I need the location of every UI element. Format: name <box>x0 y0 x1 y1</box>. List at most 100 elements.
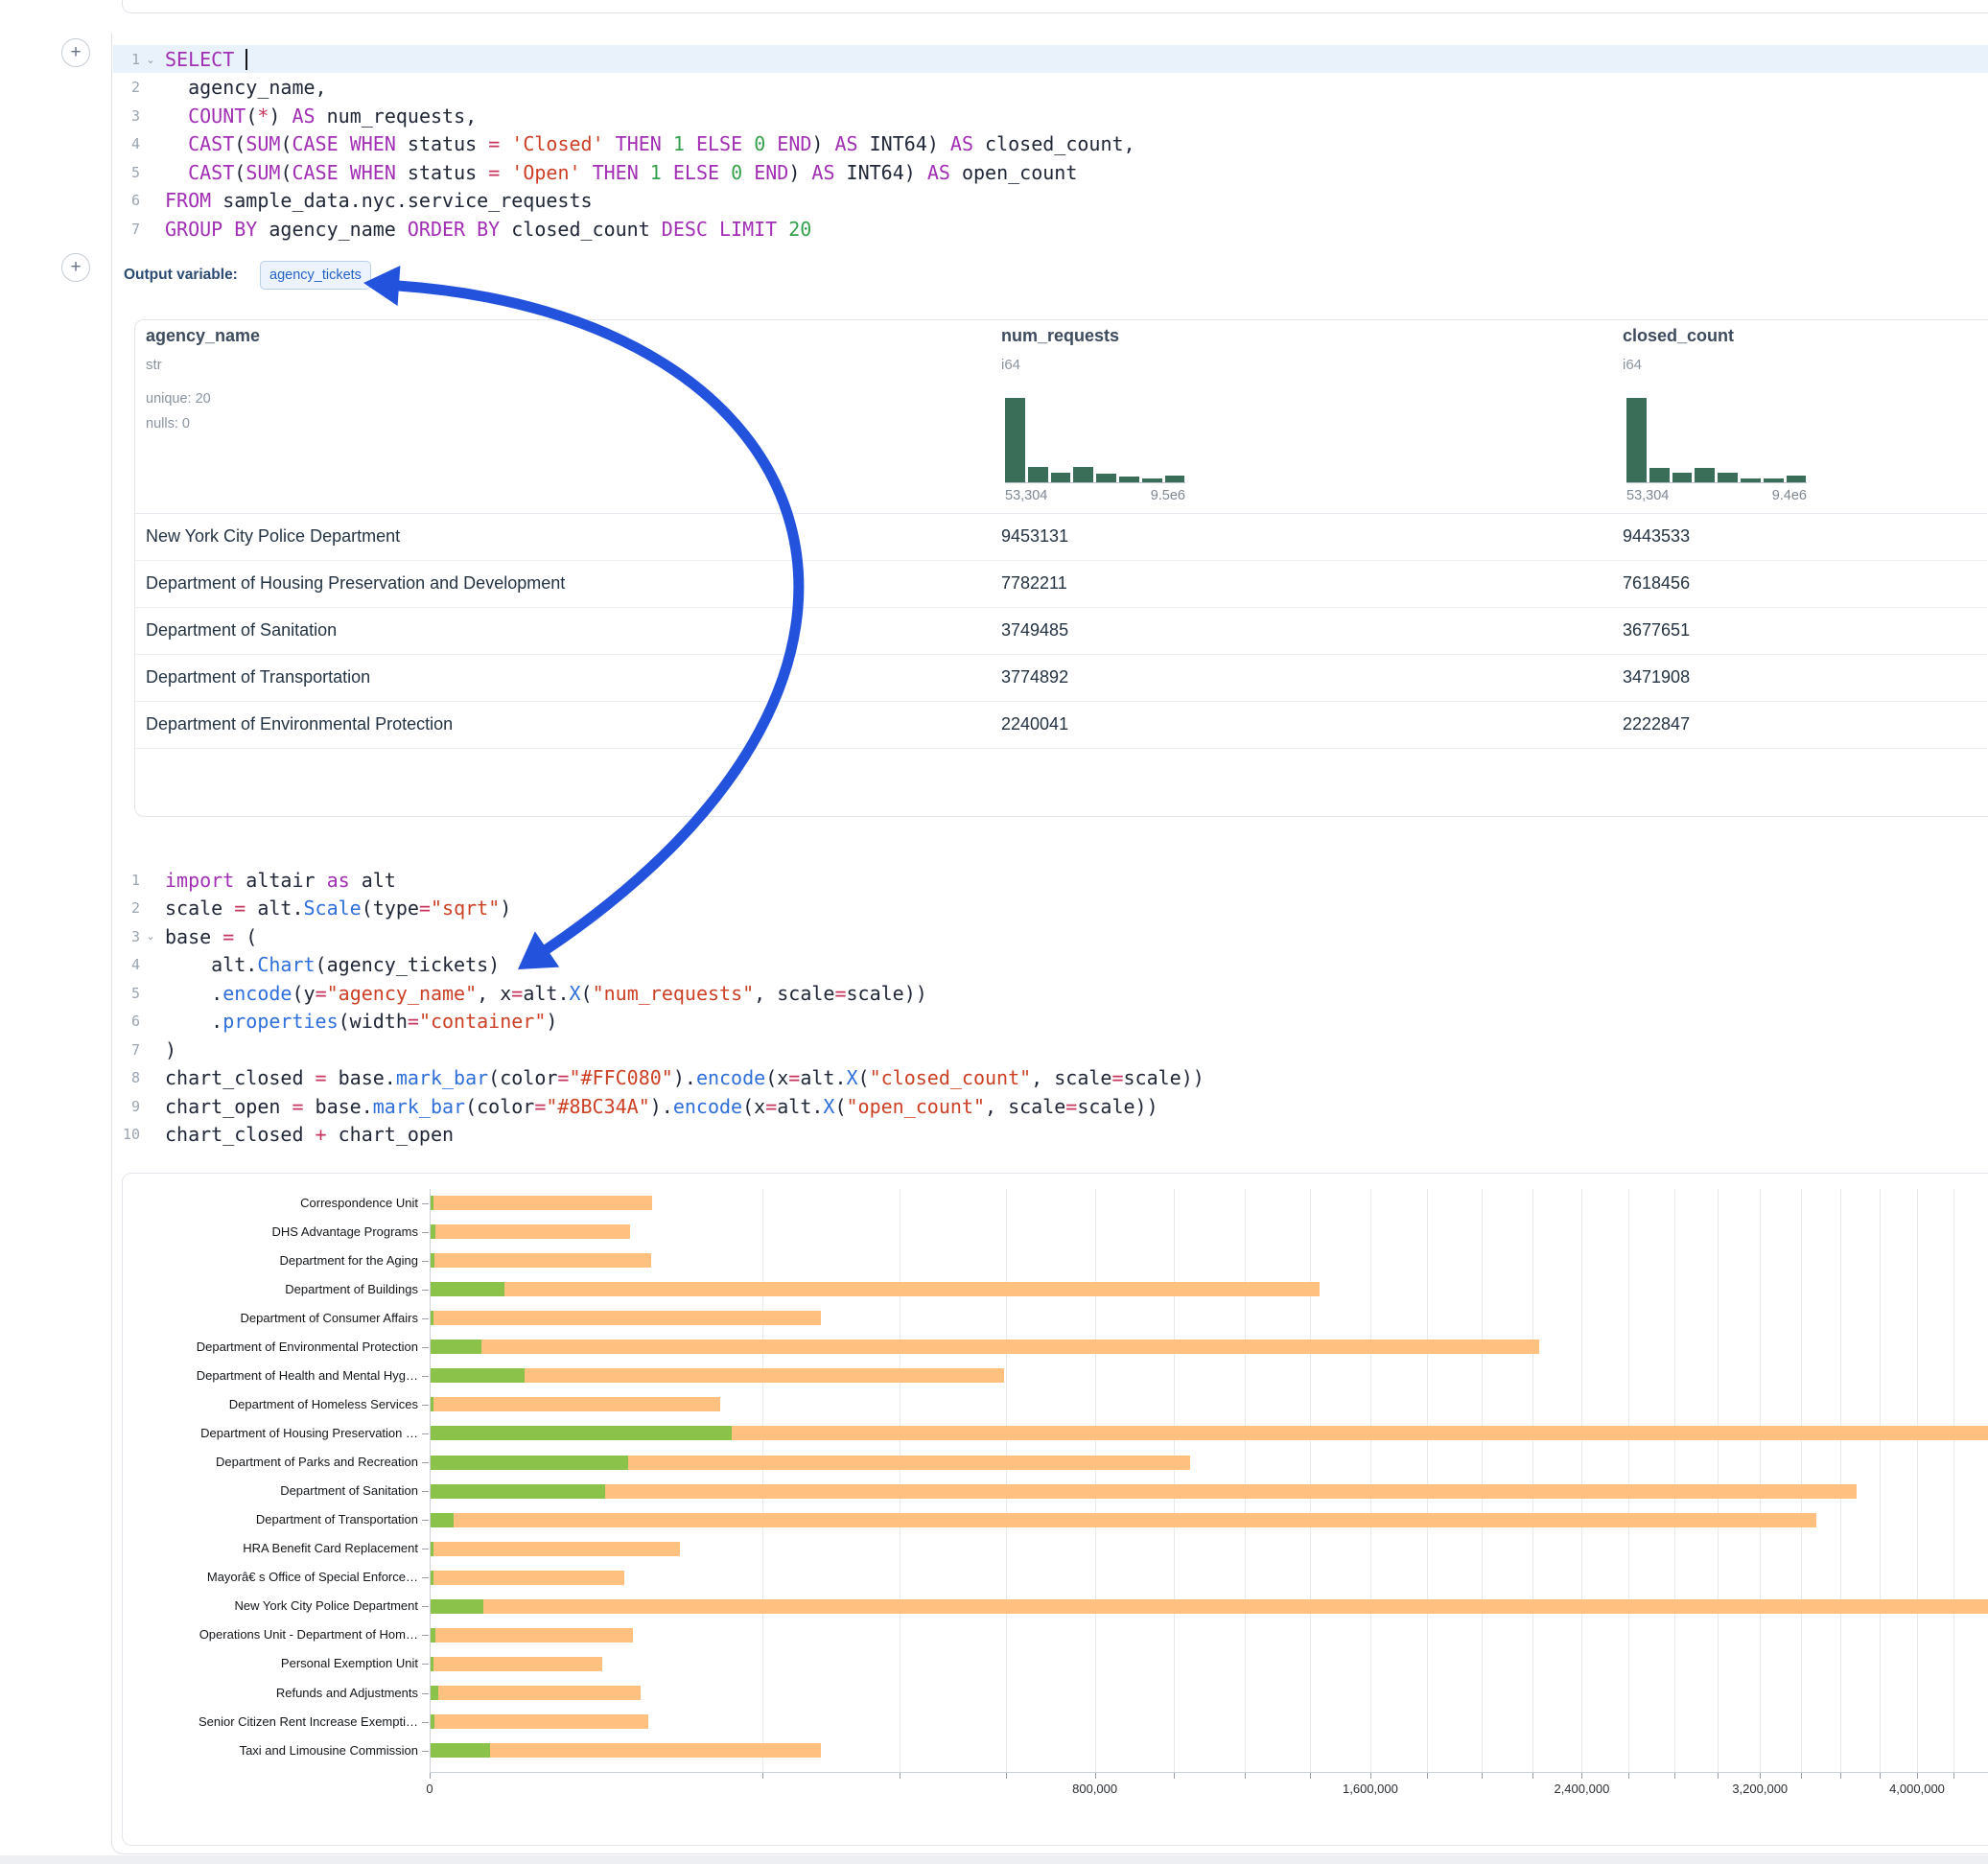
y-axis-label: Taxi and Limousine Commission <box>111 1743 418 1758</box>
bar-open <box>431 1628 435 1643</box>
y-axis-label: Department of Housing Preservation … <box>111 1426 418 1440</box>
code-text: FROM sample_data.nyc.service_requests <box>165 189 593 212</box>
x-axis-tick <box>1427 1773 1428 1779</box>
x-axis-tick-label: 1,600,000 <box>1343 1782 1398 1796</box>
column-header: agency_name <box>146 326 260 346</box>
bar-open <box>431 1196 433 1210</box>
y-axis-label: Department for the Aging <box>111 1253 418 1268</box>
fold-chevron-icon[interactable]: ⌄ <box>140 930 161 943</box>
gridline <box>1427 1189 1428 1772</box>
y-axis-label: Operations Unit - Department of Hom… <box>111 1627 418 1642</box>
gridline <box>1532 1189 1533 1772</box>
y-axis-tick <box>422 1606 429 1607</box>
gridline <box>1482 1189 1483 1772</box>
bar-open <box>431 1368 525 1383</box>
x-axis-tick <box>1006 1773 1007 1779</box>
y-axis-tick <box>422 1751 429 1752</box>
column-header: closed_count <box>1623 326 1734 346</box>
histogram-bar <box>1005 398 1025 482</box>
line-number: 3 <box>96 107 140 125</box>
x-axis-tick <box>1370 1773 1371 1779</box>
y-axis-domain <box>430 1189 431 1772</box>
gridline <box>1760 1189 1761 1772</box>
x-axis-tick <box>1840 1773 1841 1779</box>
cell-divider-top <box>122 0 1988 13</box>
histogram-baseline <box>1005 482 1185 483</box>
code-line: 7GROUP BY agency_name ORDER BY closed_co… <box>96 215 1988 243</box>
results-table-card[interactable] <box>134 319 1988 817</box>
code-text: scale = alt.Scale(type="sqrt") <box>165 897 511 920</box>
line-number: 1 <box>96 51 140 68</box>
output-variable-label: Output variable: <box>124 267 238 284</box>
sql-editor[interactable]: 1⌄SELECT 2 agency_name,3 COUNT(*) AS num… <box>96 45 1988 243</box>
code-line: 10chart_closed + chart_open <box>96 1120 1988 1148</box>
code-line: 2 scale = alt.Scale(type="sqrt") <box>96 895 1988 922</box>
x-axis-tick <box>1310 1773 1311 1779</box>
y-axis-tick <box>422 1520 429 1521</box>
python-editor[interactable]: 1import altair as alt2scale = alt.Scale(… <box>96 866 1988 1149</box>
code-text: CAST(SUM(CASE WHEN status = 'Closed' THE… <box>165 132 1135 155</box>
line-number: 6 <box>96 1013 140 1030</box>
bar-open <box>431 1311 433 1325</box>
y-axis-tick <box>422 1376 429 1377</box>
x-axis-tick-label: 0 <box>426 1782 433 1796</box>
gridline <box>1674 1189 1675 1772</box>
x-axis-tick-label: 2,400,000 <box>1554 1782 1609 1796</box>
code-line: 6 FROM sample_data.nyc.service_requests <box>96 187 1988 215</box>
y-axis-label: Personal Exemption Unit <box>111 1656 418 1670</box>
y-axis-label: Correspondence Unit <box>111 1196 418 1210</box>
column-meta: unique: 20 <box>146 391 211 407</box>
y-axis-label: New York City Police Department <box>111 1598 418 1613</box>
code-line: 4 CAST(SUM(CASE WHEN status = 'Closed' T… <box>96 130 1988 158</box>
x-axis-tick-label: 4,000,000 <box>1889 1782 1945 1796</box>
bar-open <box>431 1714 434 1729</box>
bar-closed <box>431 1484 1857 1499</box>
code-text: agency_name, <box>165 76 327 99</box>
table-cell: 9443533 <box>1623 526 1690 547</box>
histogram-baseline <box>1626 482 1807 483</box>
bar-closed <box>431 1224 630 1239</box>
output-variable-chip[interactable]: agency_tickets <box>260 261 371 290</box>
code-line: 6 .properties(width="container") <box>96 1008 1988 1036</box>
bar-open <box>431 1657 433 1671</box>
y-axis-label: Department of Sanitation <box>111 1483 418 1498</box>
histogram-max-label: 9.5e6 <box>1005 488 1185 503</box>
code-text: .encode(y="agency_name", x=alt.X("num_re… <box>165 982 927 1005</box>
y-axis-label: Department of Consumer Affairs <box>111 1311 418 1325</box>
line-number: 3 <box>96 928 140 945</box>
y-axis-tick <box>422 1722 429 1723</box>
bar-open <box>431 1426 732 1440</box>
column-dtype: str <box>146 357 162 373</box>
table-cell: 9453131 <box>1001 526 1068 547</box>
bar-open <box>431 1253 434 1268</box>
x-axis-tick <box>1880 1773 1881 1779</box>
add-cell-button-mid[interactable]: + <box>61 253 90 282</box>
x-axis-tick <box>1953 1773 1954 1779</box>
y-axis-tick <box>422 1347 429 1348</box>
bar-closed <box>431 1714 648 1729</box>
bar-closed <box>431 1571 624 1585</box>
line-number: 2 <box>96 899 140 917</box>
bar-open <box>431 1571 433 1585</box>
table-cell: 7618456 <box>1623 573 1690 594</box>
x-axis-tick <box>1760 1773 1761 1779</box>
fold-chevron-icon[interactable]: ⌄ <box>140 54 161 66</box>
y-axis-label: Mayorâ€ s Office of Special Enforce… <box>111 1570 418 1584</box>
histogram-bar <box>1695 468 1715 482</box>
line-number: 7 <box>96 1041 140 1059</box>
bar-closed <box>431 1657 602 1671</box>
line-number: 6 <box>96 192 140 209</box>
bar-open <box>431 1743 490 1758</box>
table-cell: 3774892 <box>1001 667 1068 687</box>
row-divider <box>135 607 1987 608</box>
bar-closed <box>431 1311 821 1325</box>
x-axis-tick <box>1628 1773 1629 1779</box>
x-axis-tick <box>1801 1773 1802 1779</box>
add-cell-button-top[interactable]: + <box>61 38 90 67</box>
y-axis-label: Senior Citizen Rent Increase Exempti… <box>111 1714 418 1729</box>
histogram-bar <box>1626 398 1647 482</box>
bar-closed <box>431 1397 720 1411</box>
bar-open <box>431 1513 454 1527</box>
y-axis-tick <box>422 1577 429 1578</box>
code-text: chart_open = base.mark_bar(color="#8BC34… <box>165 1095 1158 1118</box>
